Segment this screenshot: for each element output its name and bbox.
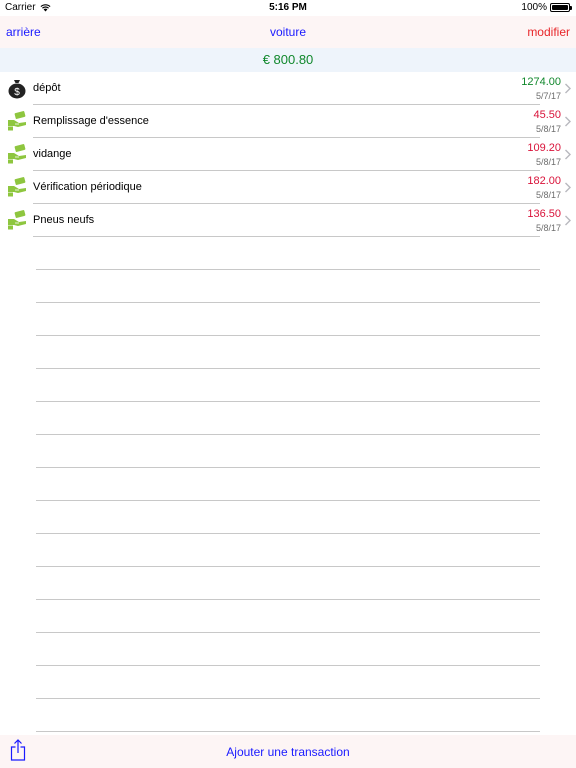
page-title: voiture — [269, 25, 307, 39]
chevron-right-icon — [565, 116, 571, 127]
money-bag-icon: $ — [6, 77, 28, 99]
empty-row-line — [36, 533, 540, 534]
battery-percent: 100% — [521, 2, 547, 13]
transaction-amount: 45.50 — [533, 109, 561, 121]
empty-row-line — [36, 467, 540, 468]
empty-row-line — [36, 698, 540, 699]
add-transaction-container: Ajouter une transaction — [0, 745, 576, 759]
empty-row-line — [36, 269, 540, 270]
svg-text:$: $ — [14, 87, 20, 98]
transaction-date: 5/8/17 — [535, 124, 561, 134]
row-separator — [33, 236, 540, 237]
nav-bar: arrière voiture modifier — [0, 16, 576, 48]
empty-row-line — [36, 335, 540, 336]
transaction-label: vidange — [33, 148, 72, 160]
transaction-label: Pneus neufs — [33, 214, 95, 226]
transaction-amount: 182.00 — [527, 175, 561, 187]
hand-money-icon — [6, 143, 28, 165]
battery-tip — [570, 6, 572, 10]
transaction-date: 5/7/17 — [535, 91, 561, 101]
transaction-row[interactable]: $ dépôt 1274.00 5/7/17 — [0, 72, 576, 105]
chevron-right-icon — [565, 215, 571, 226]
transaction-row[interactable]: vidange 109.20 5/8/17 — [0, 138, 576, 171]
hand-money-icon — [6, 209, 28, 231]
status-time: 5:16 PM — [269, 2, 307, 13]
empty-row-line — [36, 500, 540, 501]
transaction-label: Remplissage d'essence — [33, 115, 149, 127]
transaction-amount: 136.50 — [527, 208, 561, 220]
transaction-date: 5/8/17 — [535, 223, 561, 233]
chevron-right-icon — [565, 83, 571, 94]
balance-bar: € 800.80 — [0, 48, 576, 72]
empty-row-line — [36, 599, 540, 600]
empty-row-line — [36, 566, 540, 567]
transaction-date: 5/8/17 — [535, 157, 561, 167]
empty-row-line — [36, 632, 540, 633]
empty-row-line — [36, 401, 540, 402]
bottom-toolbar: Ajouter une transaction — [0, 735, 576, 768]
transaction-date: 5/8/17 — [535, 190, 561, 200]
transaction-label: Vérification périodique — [33, 181, 142, 193]
hand-money-icon — [6, 176, 28, 198]
back-button[interactable]: arrière — [6, 25, 41, 39]
edit-button[interactable]: modifier — [527, 25, 570, 39]
transaction-amount: 109.20 — [527, 142, 561, 154]
transaction-label: dépôt — [33, 82, 61, 94]
status-bar: Carrier 5:16 PM 100% — [0, 0, 576, 16]
transaction-list: $ dépôt 1274.00 5/7/17 Remplissage d'ess… — [0, 72, 576, 237]
transaction-row[interactable]: Vérification périodique 182.00 5/8/17 — [0, 171, 576, 204]
add-transaction-button[interactable]: Ajouter une transaction — [226, 745, 349, 759]
transaction-row[interactable]: Remplissage d'essence 45.50 5/8/17 — [0, 105, 576, 138]
battery-fill — [552, 5, 568, 10]
empty-row-line — [36, 731, 540, 732]
chevron-right-icon — [565, 182, 571, 193]
battery-icon — [550, 3, 572, 12]
hand-money-icon — [6, 110, 28, 132]
balance-amount: € 800.80 — [262, 52, 314, 67]
empty-row-line — [36, 302, 540, 303]
empty-row-line — [36, 368, 540, 369]
status-right: 100% — [521, 2, 572, 13]
transaction-row[interactable]: Pneus neufs 136.50 5/8/17 — [0, 204, 576, 237]
chevron-right-icon — [565, 149, 571, 160]
empty-row-line — [36, 434, 540, 435]
transaction-amount: 1274.00 — [521, 76, 561, 88]
empty-row-line — [36, 665, 540, 666]
